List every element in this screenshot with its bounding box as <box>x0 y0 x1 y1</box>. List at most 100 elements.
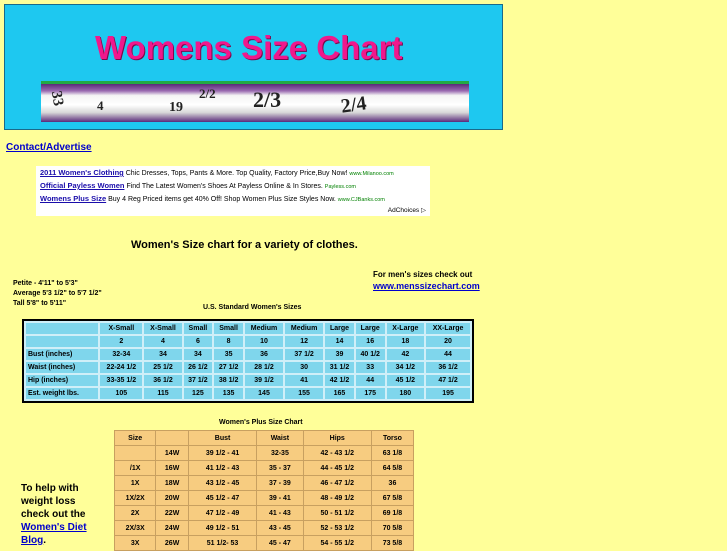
table-cell: 1X <box>113 475 157 491</box>
table-cell: 35 - 37 <box>256 460 304 476</box>
table-cell: 180 <box>386 388 425 399</box>
table-cell: 125 <box>183 388 213 399</box>
table-cell: 28 1/2 <box>244 362 284 373</box>
table-cell: 36 <box>244 349 284 360</box>
table-cell: 36 1/2 <box>144 375 182 386</box>
table-cell: Hip (inches) <box>26 375 99 386</box>
table-cell: 44 <box>426 349 470 360</box>
table-cell: 30 <box>285 362 324 373</box>
table-cell: 48 - 49 1/2 <box>302 490 372 506</box>
table-cell: X-Small <box>100 323 143 334</box>
table-cell: 47 1/2 <box>426 375 470 386</box>
table-cell: X-Large <box>386 323 425 334</box>
table-cell: 34 <box>183 349 213 360</box>
table-cell: 3X <box>113 535 157 551</box>
table-cell: 14W <box>155 445 189 461</box>
table-cell: Est. weight lbs. <box>26 388 99 399</box>
site-title: Womens Size Chart <box>95 29 403 66</box>
table-cell: 6 <box>183 336 213 347</box>
table-cell: 42 <box>386 349 425 360</box>
size-range-petite: Petite - 4'11" to 5'3" <box>13 280 78 287</box>
table-cell: Medium <box>285 323 324 334</box>
table-cell: 34 1/2 <box>386 362 425 373</box>
table-cell: 14 <box>325 336 354 347</box>
table-row: 2 4 6 8 10 12 14 16 18 20 <box>26 336 470 347</box>
size-range-tall: Tall 5'8" to 5'11" <box>13 300 67 307</box>
mens-size-link[interactable]: www.menssizechart.com <box>373 281 480 291</box>
table-row: 2X/3X 24W 49 1/2 - 51 43 - 45 52 - 53 1/2 70 … <box>113 520 415 536</box>
table-cell: 39 1/2 - 41 <box>187 445 258 461</box>
table-cell: 18 <box>386 336 425 347</box>
table-header-row: X-Small X-Small Small Small Medium Medium Larg… <box>26 323 470 334</box>
table-cell: 45 1/2 <box>386 375 425 386</box>
table-cell: 18W <box>155 475 189 491</box>
table-cell: 32-35 <box>256 445 304 461</box>
table-cell: 26 1/2 <box>183 362 213 373</box>
table-cell: 70 5/8 <box>370 520 415 536</box>
adchoices-link[interactable]: AdChoices ▷ <box>388 206 426 214</box>
table-cell: 2 <box>100 336 143 347</box>
table-cell: Hips <box>302 430 372 446</box>
ad-title[interactable]: Womens Plus Size <box>40 194 106 203</box>
table-cell: 37 1/2 <box>285 349 324 360</box>
table-cell: 4 <box>144 336 182 347</box>
table-cell: 22-24 1/2 <box>100 362 143 373</box>
table-row: Hip (inches) 33-35 1/2 36 1/2 37 1/2 38 1/2 3… <box>26 375 470 386</box>
table-cell: 115 <box>144 388 182 399</box>
table-cell: 33-35 1/2 <box>100 375 143 386</box>
table-cell: 42 1/2 <box>325 375 354 386</box>
table-cell: Waist (inches) <box>26 362 99 373</box>
womens-diet-blog-link[interactable]: Blog <box>21 535 43 546</box>
table-cell: 26W <box>155 535 189 551</box>
page-headline: Women's Size chart for a variety of clot… <box>131 239 358 251</box>
ad-item[interactable]: Womens Plus Size Buy 4 Reg Priced items … <box>40 194 385 203</box>
table-cell <box>26 336 99 347</box>
table-cell: 45 - 47 <box>256 535 304 551</box>
table-cell: 20W <box>155 490 189 506</box>
mens-label: For men's sizes check out <box>373 270 473 279</box>
table-cell: Bust (inches) <box>26 349 99 360</box>
table-cell: 33 <box>355 362 385 373</box>
table-cell: 135 <box>214 388 243 399</box>
table-cell: 73 5/8 <box>370 535 415 551</box>
table-cell: 36 <box>370 475 415 491</box>
womens-diet-link[interactable]: Women's Diet <box>21 522 87 533</box>
header-banner: Womens Size Chart 33 4 19 2/2 2/3 2/4 <box>4 4 503 130</box>
measuring-tape-image: 33 4 19 2/2 2/3 2/4 <box>41 81 469 122</box>
table-cell: 41 1/2 - 43 <box>187 460 258 476</box>
table-cell: 12 <box>285 336 324 347</box>
ad-title[interactable]: 2011 Women's Clothing <box>40 168 124 177</box>
table-header-row: Size Bust Waist Hips Torso <box>113 430 415 446</box>
table-cell <box>155 430 189 446</box>
ad-item[interactable]: 2011 Women's Clothing Chic Dresses, Tops… <box>40 168 394 177</box>
table-cell: 46 - 47 1/2 <box>302 475 372 491</box>
ad-title[interactable]: Official Payless Women <box>40 181 124 190</box>
table-cell: 145 <box>244 388 284 399</box>
plus-size-table: Size Bust Waist Hips Torso 14W 39 1/2 - 41 32-3… <box>113 430 415 551</box>
table-row: Est. weight lbs. 105 115 125 135 145 155 165 175… <box>26 388 470 399</box>
table-cell: 2X <box>113 505 157 521</box>
table-cell: Medium <box>244 323 284 334</box>
table-cell: 43 1/2 - 45 <box>187 475 258 491</box>
table-row: Bust (inches) 32-34 34 34 35 36 37 1/2 39 40 1/2… <box>26 349 470 360</box>
diet-promo: To help with weight loss check out the W… <box>21 483 87 546</box>
table-cell: 44 <box>355 375 385 386</box>
contact-advertise-link[interactable]: Contact/Advertise <box>6 142 92 153</box>
table-cell: 39 <box>325 349 354 360</box>
table-cell: Size <box>113 430 157 446</box>
table-row: 1X/2X 20W 45 1/2 - 47 39 - 41 48 - 49 1/2 67 … <box>113 490 415 506</box>
table-cell: 39 - 41 <box>256 490 304 506</box>
table-row: 2X 22W 47 1/2 - 49 41 - 43 50 - 51 1/2 69 1/8 <box>113 505 415 521</box>
table-cell: 63 1/8 <box>370 445 415 461</box>
table-cell: Small <box>214 323 243 334</box>
table-cell: 51 1/2- 53 <box>187 535 258 551</box>
table-cell: 35 <box>214 349 243 360</box>
table-cell: 8 <box>214 336 243 347</box>
table-cell: Small <box>183 323 213 334</box>
table-cell: Waist <box>256 430 304 446</box>
table-cell: Large <box>355 323 385 334</box>
table-cell: 155 <box>285 388 324 399</box>
size-ranges: Petite - 4'11" to 5'3" Average 5'3 1/2" … <box>13 279 102 309</box>
ad-item[interactable]: Official Payless Women Find The Latest W… <box>40 181 356 190</box>
table-cell: 50 - 51 1/2 <box>302 505 372 521</box>
